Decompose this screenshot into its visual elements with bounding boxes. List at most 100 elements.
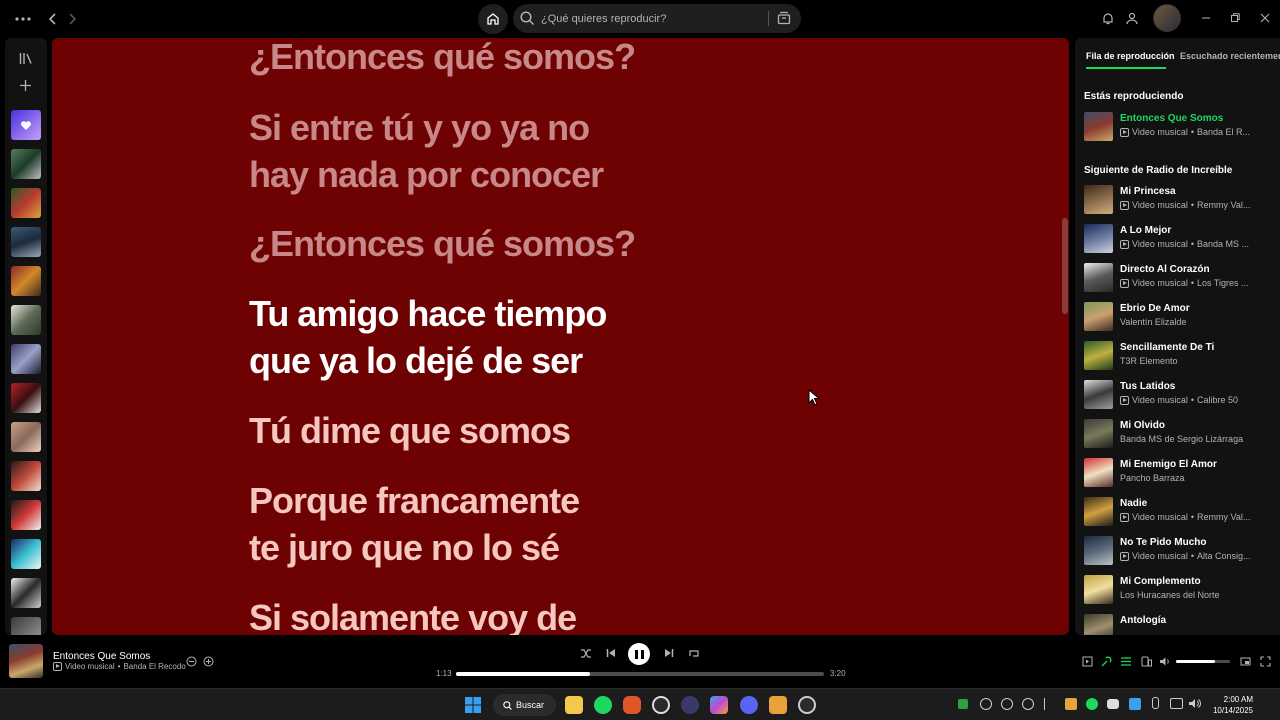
tray-icon[interactable] — [1022, 698, 1034, 710]
library-item[interactable] — [11, 227, 41, 257]
lyric-line-active[interactable]: Tu amigo hace tiempo — [249, 290, 607, 337]
maximize-icon[interactable] — [1229, 12, 1241, 24]
library-item[interactable] — [11, 500, 41, 530]
queue-item[interactable]: Antología — [1084, 614, 1274, 635]
library-item[interactable] — [11, 578, 41, 608]
connect-device-icon[interactable] — [1141, 656, 1152, 667]
previous-icon[interactable] — [606, 648, 616, 658]
now-playing-artist[interactable]: Banda El Recodo — [123, 662, 185, 671]
queue-item[interactable]: A Lo Mejor Video musical • Banda MS ... — [1084, 224, 1274, 256]
tray-icon[interactable] — [1044, 698, 1054, 710]
tray-icon[interactable] — [1001, 698, 1013, 710]
next-icon[interactable] — [664, 648, 674, 658]
discord-tray-icon[interactable] — [1107, 699, 1119, 709]
friends-icon[interactable] — [1125, 11, 1139, 25]
browse-icon[interactable] — [777, 11, 791, 25]
copilot-icon[interactable] — [710, 696, 728, 714]
queue-item[interactable]: Ebrio De Amor Valentín Elizalde — [1084, 302, 1274, 334]
hide-icon[interactable] — [186, 656, 197, 667]
app-icon[interactable] — [681, 696, 699, 714]
tray-icon[interactable] — [1129, 698, 1141, 710]
brave-icon[interactable] — [623, 696, 641, 714]
library-icon[interactable] — [19, 52, 33, 65]
library-item[interactable] — [11, 149, 41, 179]
lyric-line[interactable]: hay nada por conocer — [249, 151, 604, 198]
search-icon — [503, 700, 512, 710]
elapsed-time: 1:13 — [436, 669, 452, 678]
steam-icon[interactable] — [652, 696, 670, 714]
network-icon[interactable] — [1170, 698, 1183, 709]
queue-item[interactable]: Nadie Video musical • Remmy Val... — [1084, 497, 1274, 529]
tab-queue[interactable]: Fila de reproducción — [1086, 51, 1175, 61]
minimize-icon[interactable] — [1200, 12, 1212, 24]
taskbar-search[interactable]: Buscar — [493, 694, 556, 716]
library-item[interactable] — [11, 539, 41, 569]
now-playing-view-icon[interactable] — [1082, 656, 1093, 667]
library-item[interactable] — [11, 461, 41, 491]
queue-item[interactable]: No Te Pido Mucho Video musical • Alta Consi… — [1084, 536, 1274, 568]
home-button[interactable] — [478, 4, 508, 34]
queue-item[interactable]: Sencillamente De Ti T3R Elemento — [1084, 341, 1274, 373]
lyric-line[interactable]: Si entre tú y yo ya no — [249, 104, 590, 151]
lyric-line-active[interactable]: que ya lo dejé de ser — [249, 337, 583, 384]
search-bar[interactable] — [513, 4, 801, 33]
speaker-icon[interactable] — [1188, 697, 1201, 710]
search-input[interactable] — [541, 4, 761, 33]
library-item[interactable] — [11, 188, 41, 218]
lyric-line[interactable]: Si solamente voy de — [249, 594, 577, 635]
progress-bar[interactable] — [456, 672, 824, 676]
windows-start-icon[interactable] — [465, 697, 481, 713]
repeat-icon[interactable] — [688, 648, 700, 659]
lyrics-icon[interactable] — [1101, 656, 1112, 667]
tab-recently-played[interactable]: Escuchado recientemente — [1180, 51, 1280, 61]
folder-app-icon[interactable] — [769, 696, 787, 714]
discord-icon[interactable] — [740, 696, 758, 714]
now-playing-title[interactable]: Entonces Que Somos — [53, 651, 150, 662]
close-icon[interactable] — [1259, 12, 1271, 24]
queue-icon[interactable] — [1120, 656, 1132, 667]
library-item[interactable] — [11, 422, 41, 452]
lyric-line[interactable]: ¿Entonces qué somos? — [249, 38, 636, 80]
back-icon[interactable] — [45, 10, 59, 28]
shuffle-icon[interactable] — [580, 648, 592, 659]
queue-item[interactable]: Mi Complemento Los Huracanes del Norte — [1084, 575, 1274, 607]
pause-button[interactable] — [628, 643, 650, 665]
volume-slider[interactable] — [1176, 660, 1230, 663]
queue-item[interactable]: Directo Al Corazón Video musical • Los Tigr… — [1084, 263, 1274, 295]
lyric-line[interactable]: te juro que no lo sé — [249, 524, 560, 571]
tray-icon[interactable] — [980, 698, 992, 710]
now-playing-item[interactable]: Entonces Que Somos Video musical • Banda E… — [1084, 112, 1274, 144]
queue-item[interactable]: Tus Latidos Video musical • Calibre 50 — [1084, 380, 1274, 412]
queue-item[interactable]: Mi Enemigo El Amor Pancho Barraza — [1084, 458, 1274, 490]
queue-item[interactable]: Mi Olvido Banda MS de Sergio Lizárraga — [1084, 419, 1274, 451]
bell-icon[interactable] — [1101, 11, 1115, 25]
liked-songs-item[interactable] — [11, 110, 41, 140]
file-explorer-icon[interactable] — [565, 696, 583, 714]
library-item[interactable] — [11, 617, 41, 635]
spotify-tray-icon[interactable] — [1086, 698, 1098, 710]
add-to-library-icon[interactable] — [203, 656, 214, 667]
lyric-line[interactable]: Tú dime que somos — [249, 407, 571, 454]
now-playing-art[interactable] — [9, 644, 43, 678]
spotify-icon[interactable] — [594, 696, 612, 714]
lyric-line[interactable]: ¿Entonces qué somos? — [249, 220, 636, 267]
lyric-line[interactable]: Porque francamente — [249, 477, 580, 524]
fullscreen-icon[interactable] — [1260, 656, 1271, 667]
taskbar-clock[interactable]: 2:00 AM 10/14/2025 — [1205, 694, 1253, 716]
more-icon[interactable] — [12, 10, 34, 28]
tray-icon[interactable] — [958, 699, 968, 709]
microphone-icon[interactable] — [1152, 697, 1159, 709]
library-item[interactable] — [11, 305, 41, 335]
create-playlist-icon[interactable] — [19, 79, 32, 92]
mini-player-icon[interactable] — [1240, 656, 1251, 667]
volume-icon[interactable] — [1159, 656, 1171, 667]
library-item[interactable] — [11, 266, 41, 296]
queue-item[interactable]: Mi Princesa Video musical • Remmy Val... — [1084, 185, 1274, 217]
library-item[interactable] — [11, 383, 41, 413]
chrome-icon[interactable] — [798, 696, 816, 714]
lyrics-scrollbar[interactable] — [1062, 218, 1068, 314]
tray-icon[interactable] — [1065, 698, 1077, 710]
forward-icon[interactable] — [66, 10, 80, 28]
user-avatar[interactable] — [1153, 4, 1181, 32]
library-item[interactable] — [11, 344, 41, 374]
